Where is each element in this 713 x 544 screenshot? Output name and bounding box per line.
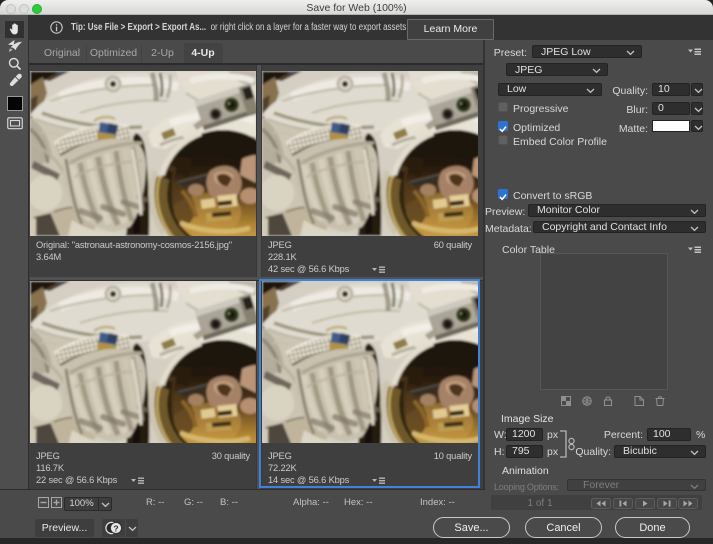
svg-text:?: ?: [113, 523, 118, 533]
